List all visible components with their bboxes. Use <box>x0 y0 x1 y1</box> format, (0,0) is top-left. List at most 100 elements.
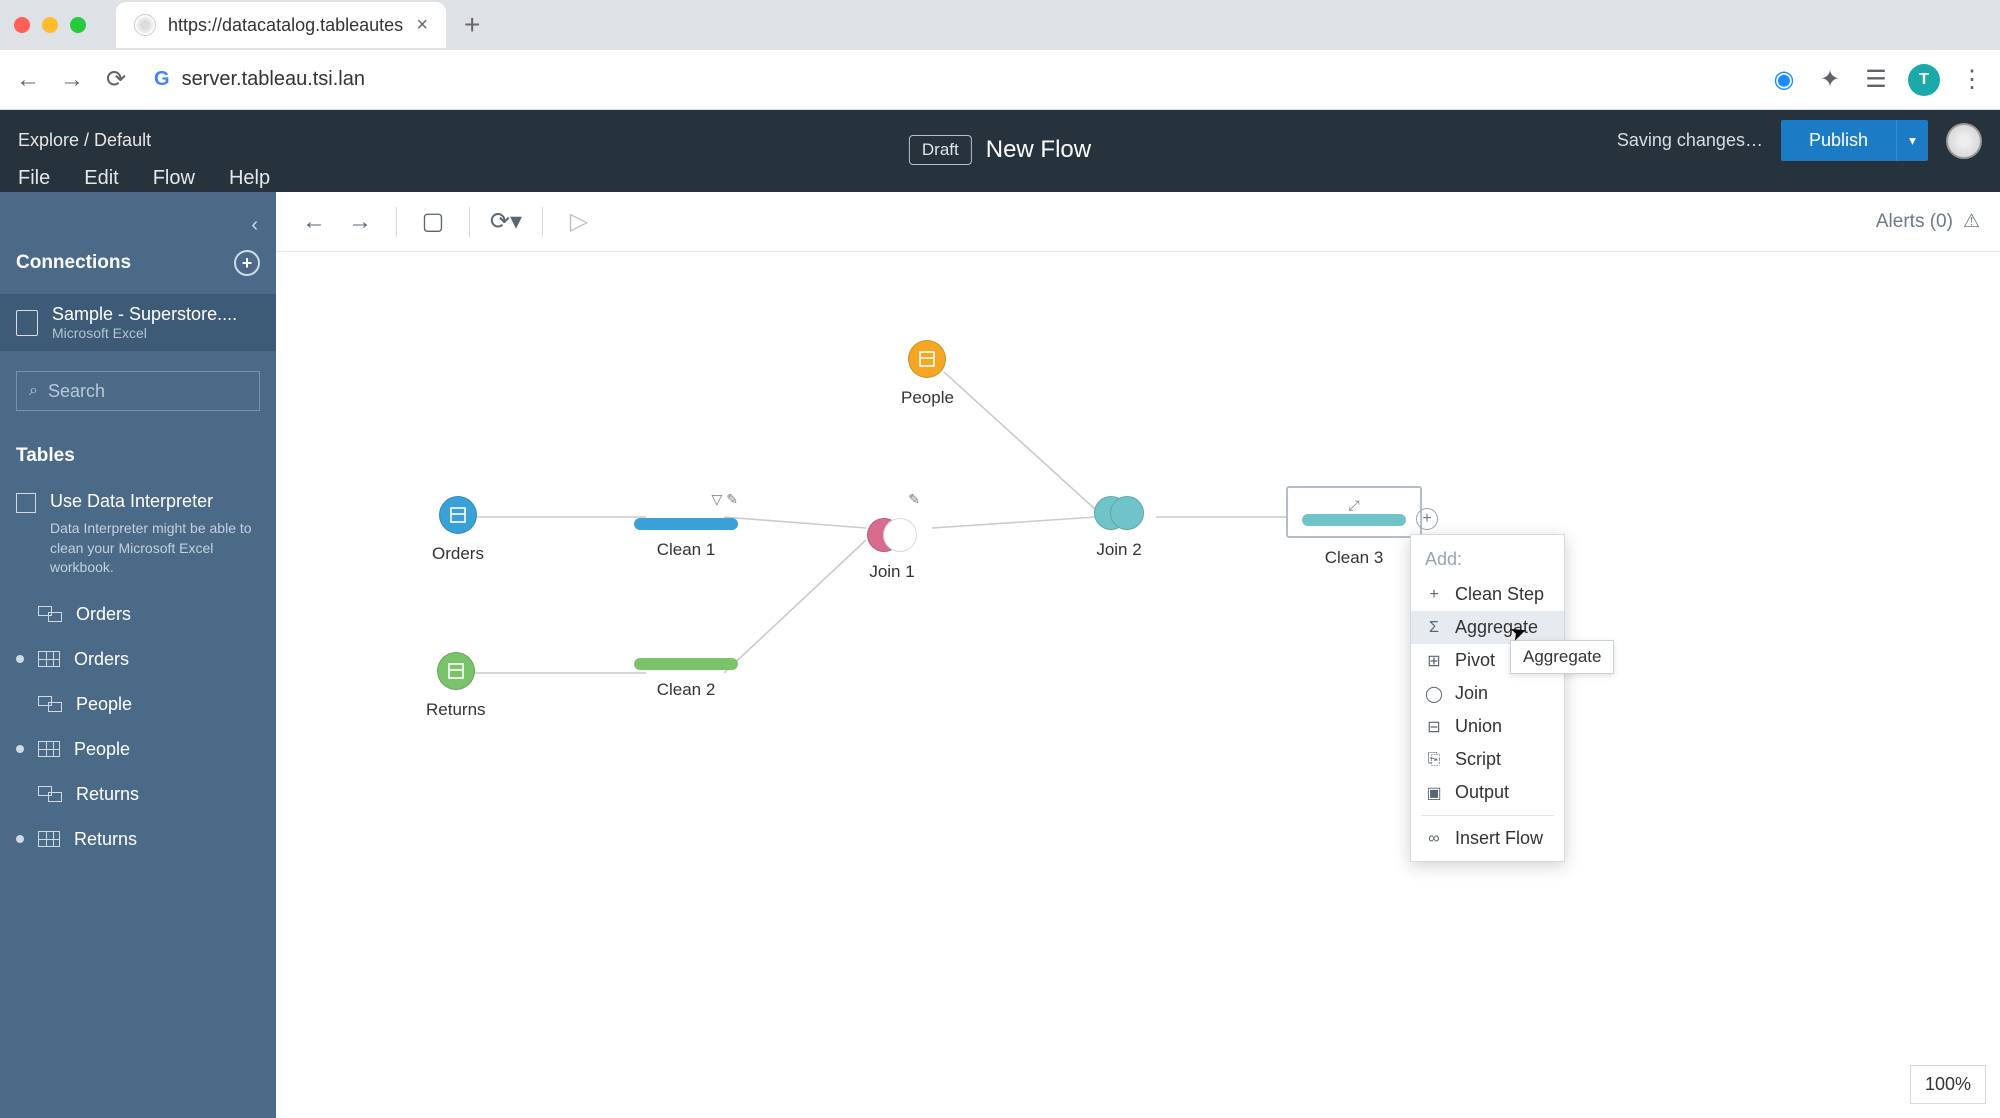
zoom-indicator[interactable]: 100% <box>1910 1065 1986 1104</box>
bullet-icon <box>16 835 24 843</box>
relation-icon <box>38 696 62 712</box>
browser-chrome: https://datacatalog.tableautes × + ← → ⟳… <box>0 0 2000 110</box>
menu-item-insert-flow[interactable]: ∞Insert Flow <box>1411 822 1564 855</box>
undo-button[interactable]: ← <box>296 204 332 240</box>
table-name: People <box>76 694 132 715</box>
draft-badge: Draft <box>909 135 972 165</box>
run-button[interactable]: ▷ <box>561 204 597 240</box>
flow-node-clean1[interactable]: ▽✎ Clean 1 <box>634 490 738 560</box>
back-button[interactable]: ← <box>14 66 42 94</box>
plus-icon: + <box>1425 586 1443 604</box>
url-field[interactable]: G server.tableau.tsi.lan <box>146 60 1754 100</box>
minimize-window-icon[interactable] <box>42 17 58 33</box>
datasource-icon <box>439 496 477 534</box>
flow-node-people[interactable]: People <box>901 340 954 408</box>
tooltip: Aggregate <box>1510 640 1614 674</box>
reading-list-icon[interactable]: ☰ <box>1862 66 1890 94</box>
flow-node-returns[interactable]: Returns <box>426 652 486 720</box>
flow-node-clean2[interactable]: Clean 2 <box>634 658 738 700</box>
data-interpreter-label: Use Data Interpreter <box>50 491 213 512</box>
close-window-icon[interactable] <box>14 17 30 33</box>
flow-node-orders[interactable]: Orders <box>432 496 484 564</box>
tab-title: https://datacatalog.tableautes <box>168 15 404 36</box>
tooltip-text: Aggregate <box>1523 647 1601 666</box>
join-icon <box>1094 496 1144 530</box>
menu-file[interactable]: File <box>18 167 50 190</box>
flow-node-clean3[interactable]: ⤢ Clean 3 <box>1286 486 1422 568</box>
relation-icon <box>38 606 62 622</box>
new-tab-button[interactable]: + <box>464 9 480 41</box>
expand-icon: ⤢ <box>1348 497 1359 514</box>
join-badges: ✎ <box>864 490 920 508</box>
forward-button[interactable]: → <box>58 66 86 94</box>
browser-menu-icon[interactable]: ⋮ <box>1958 66 1986 94</box>
main-area: ‹ Connections + Sample - Superstore.... … <box>0 192 2000 1118</box>
refresh-button[interactable]: ⟳▾ <box>488 204 524 240</box>
table-item-people-rel[interactable]: People <box>0 682 276 727</box>
flow-node-join1[interactable]: ✎ Join 1 <box>864 490 920 582</box>
menu-flow[interactable]: Flow <box>153 167 195 190</box>
menu-item-clean-step[interactable]: +Clean Step <box>1411 578 1564 611</box>
connection-item[interactable]: Sample - Superstore.... Microsoft Excel <box>0 294 276 351</box>
node-label: Orders <box>432 544 484 564</box>
pause-button[interactable]: ▢ <box>415 204 451 240</box>
table-item-orders-rel[interactable]: Orders <box>0 592 276 637</box>
edge-layer <box>276 252 2000 1118</box>
data-interpreter-checkbox[interactable] <box>16 493 36 513</box>
breadcrumb-root[interactable]: Explore <box>18 130 79 150</box>
breadcrumb[interactable]: Explore / Default <box>18 130 151 151</box>
user-avatar[interactable] <box>1946 123 1982 159</box>
sigma-icon: Σ <box>1425 619 1443 637</box>
data-interpreter-row[interactable]: Use Data Interpreter <box>0 481 276 519</box>
clean-step-bar <box>634 658 738 670</box>
alerts-indicator[interactable]: Alerts (0) ⚠ <box>1876 210 1980 233</box>
table-name: Returns <box>76 784 139 805</box>
collapse-sidebar-icon[interactable]: ‹ <box>251 214 258 237</box>
publish-button[interactable]: Publish <box>1781 120 1896 161</box>
table-item-returns-grid[interactable]: Returns <box>0 817 276 862</box>
window-controls <box>14 17 86 33</box>
table-item-returns-rel[interactable]: Returns <box>0 772 276 817</box>
breadcrumb-current[interactable]: Default <box>94 130 151 150</box>
table-item-people-grid[interactable]: People <box>0 727 276 772</box>
canvas-area: ← → ▢ ⟳▾ ▷ Alerts (0) ⚠ <box>276 192 2000 1118</box>
redo-button[interactable]: → <box>342 204 378 240</box>
node-label: Join 1 <box>869 562 914 582</box>
account-sync-icon[interactable]: ◉ <box>1770 66 1798 94</box>
add-step-button[interactable]: + <box>1416 508 1438 530</box>
menu-edit[interactable]: Edit <box>84 167 118 190</box>
wand-icon: ✎ <box>726 491 738 508</box>
pivot-icon: ⊞ <box>1425 651 1443 671</box>
menu-item-script[interactable]: ⎘Script <box>1411 743 1564 776</box>
clean-step-bar <box>634 518 738 530</box>
close-tab-icon[interactable]: × <box>416 14 428 37</box>
profile-avatar[interactable]: T <box>1908 64 1940 96</box>
reload-button[interactable]: ⟳ <box>102 66 130 94</box>
node-label: Clean 1 <box>657 540 716 560</box>
menu-item-union[interactable]: ⊟Union <box>1411 710 1564 743</box>
menu-help[interactable]: Help <box>229 167 270 190</box>
flow-node-join2[interactable]: Join 2 <box>1094 496 1144 560</box>
search-icon: ⌕ <box>29 382 38 400</box>
menu-item-output[interactable]: ▣Output <box>1411 776 1564 809</box>
menu-divider <box>1421 815 1554 816</box>
search-box[interactable]: ⌕ <box>16 371 260 411</box>
menu-item-join[interactable]: ◯Join <box>1411 677 1564 710</box>
add-connection-button[interactable]: + <box>234 250 260 276</box>
maximize-window-icon[interactable] <box>70 17 86 33</box>
connections-header: Connections + <box>0 232 276 294</box>
extensions-icon[interactable]: ✦ <box>1816 66 1844 94</box>
add-step-menu: Add: +Clean Step ΣAggregate ⊞Pivot ◯Join… <box>1410 534 1565 862</box>
url-text: server.tableau.tsi.lan <box>182 68 365 91</box>
menu-heading: Add: <box>1411 541 1564 578</box>
search-input[interactable] <box>48 381 280 402</box>
flow-canvas[interactable]: Orders Returns People ▽✎ Clean 1 <box>276 252 2000 1118</box>
table-item-orders-grid[interactable]: Orders <box>0 637 276 682</box>
divider <box>542 207 543 237</box>
publish-dropdown-button[interactable]: ▾ <box>1896 120 1928 161</box>
favicon-icon <box>134 14 156 36</box>
flow-title[interactable]: New Flow <box>986 136 1091 164</box>
output-icon: ▣ <box>1425 783 1443 803</box>
tables-header: Tables <box>0 431 276 481</box>
browser-tab[interactable]: https://datacatalog.tableautes × <box>116 2 446 48</box>
